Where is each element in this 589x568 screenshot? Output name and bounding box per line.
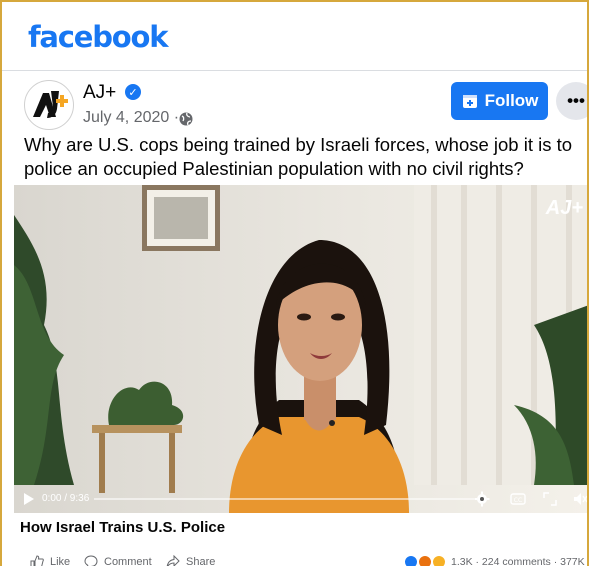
comment-label: Comment bbox=[104, 556, 152, 566]
svg-text:CC: CC bbox=[514, 497, 522, 504]
more-options-button[interactable]: ••• bbox=[556, 82, 587, 120]
reaction-stats[interactable]: 1.3K · 224 comments · 377K views bbox=[404, 555, 587, 566]
follow-label: Follow bbox=[484, 91, 539, 110]
like-button[interactable]: Like bbox=[30, 555, 70, 566]
top-bar: facebook bbox=[2, 2, 587, 71]
video-progress-bar[interactable] bbox=[94, 498, 474, 500]
facebook-logo[interactable]: facebook bbox=[28, 20, 169, 54]
share-label: Share bbox=[186, 556, 216, 566]
fullscreen-icon[interactable] bbox=[542, 491, 558, 507]
comment-button[interactable]: Comment bbox=[84, 555, 152, 566]
captions-icon[interactable]: CC bbox=[510, 491, 526, 507]
engagement-stats: 1.3K · 224 comments · 377K views bbox=[451, 556, 587, 566]
verified-badge-icon: ✓ bbox=[125, 84, 141, 100]
video-time: 0:00 / 9:36 bbox=[42, 493, 90, 504]
post-frame: facebook AJ+ ✓ July 4, 2020 · Follow •••… bbox=[0, 0, 589, 566]
post-date[interactable]: July 4, 2020 · bbox=[83, 109, 179, 127]
video-title[interactable]: How Israel Trains U.S. Police bbox=[20, 519, 225, 536]
follow-page-icon bbox=[462, 95, 477, 108]
angry-reaction-icon bbox=[418, 555, 432, 566]
video-frame bbox=[14, 185, 587, 513]
video-player[interactable]: AJ+ 0:00 / 9:36 CC bbox=[14, 185, 588, 513]
play-icon[interactable] bbox=[24, 493, 34, 505]
video-watermark: AJ+ bbox=[545, 197, 583, 219]
share-button[interactable]: Share bbox=[166, 555, 215, 566]
share-icon bbox=[166, 555, 180, 566]
comment-icon bbox=[84, 555, 98, 566]
follow-button[interactable]: Follow bbox=[451, 82, 548, 120]
sad-reaction-icon bbox=[432, 555, 446, 566]
volume-icon[interactable] bbox=[572, 491, 588, 507]
like-reaction-icon bbox=[404, 555, 418, 566]
like-label: Like bbox=[50, 556, 71, 566]
aj-logo-icon bbox=[33, 91, 68, 118]
post-caption: Why are U.S. cops being trained by Israe… bbox=[24, 134, 573, 179]
video-controls: 0:00 / 9:36 CC bbox=[14, 485, 588, 513]
page-avatar[interactable] bbox=[24, 80, 74, 130]
globe-icon bbox=[179, 112, 193, 126]
thumbs-up-icon bbox=[30, 555, 44, 566]
page-name[interactable]: AJ+ bbox=[83, 82, 116, 104]
post-actions: Like Comment Share 1.3K · 224 comments ·… bbox=[2, 550, 587, 566]
settings-gear-icon[interactable] bbox=[474, 491, 490, 507]
